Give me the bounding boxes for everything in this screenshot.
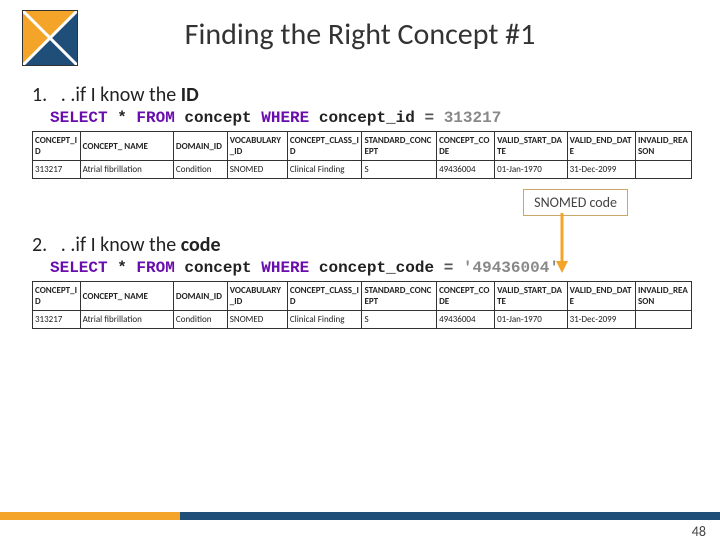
arrow-icon (554, 213, 570, 273)
page-title: Finding the Right Concept #1 (0, 0, 720, 77)
page-number: 48 (692, 523, 706, 540)
sql-query-2: SELECT * FROM concept WHERE concept_code… (32, 259, 688, 277)
callout-snomed: SNOMED code (523, 189, 628, 216)
result-table-2: CONCEPT_IDCONCEPT_ NAMEDOMAIN_IDVOCABULA… (32, 281, 692, 329)
table-row: 313217Atrial fibrillationConditionSNOMED… (33, 311, 692, 329)
table-header-row: CONCEPT_IDCONCEPT_ NAMEDOMAIN_IDVOCABULA… (33, 282, 692, 311)
result-table-1: CONCEPT_IDCONCEPT_ NAMEDOMAIN_IDVOCABULA… (32, 131, 692, 179)
footer-bar (0, 512, 720, 520)
table-header-row: CONCEPT_IDCONCEPT_ NAMEDOMAIN_IDVOCABULA… (33, 132, 692, 161)
table-row: 313217Atrial fibrillationConditionSNOMED… (33, 161, 692, 179)
sql-query-1: SELECT * FROM concept WHERE concept_id =… (32, 109, 688, 127)
section-1-heading: 1. . .if I know the ID (32, 83, 688, 107)
section-2-heading: 2. . .if I know the code (32, 233, 688, 257)
logo (22, 10, 78, 66)
